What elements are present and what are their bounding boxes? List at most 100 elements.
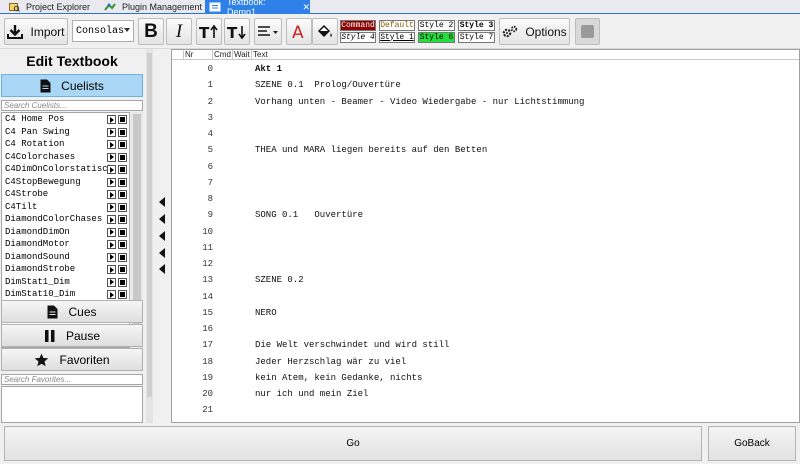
style-7-chip[interactable]: Style 7 <box>458 32 495 43</box>
table-row[interactable]: 14 <box>172 289 799 305</box>
header-cmd[interactable]: Cmd <box>213 50 233 60</box>
list-item[interactable]: C4 Home Pos <box>2 113 129 126</box>
list-item[interactable]: DiamondColorChases <box>2 213 129 226</box>
table-row[interactable]: 16 <box>172 321 799 337</box>
list-item[interactable]: DimStat10_Dim <box>2 288 129 301</box>
tab-plugin-management[interactable]: Plugin Management <box>100 0 205 14</box>
favoriten-button[interactable]: Favoriten <box>1 348 143 371</box>
cues-button[interactable]: Cues <box>1 300 143 323</box>
arrow-left-icon[interactable] <box>159 214 165 224</box>
stop-icon[interactable] <box>118 165 127 174</box>
cuelists-button[interactable]: Cuelists <box>1 74 143 97</box>
stop-icon[interactable] <box>118 190 127 199</box>
play-icon[interactable] <box>107 277 116 287</box>
style-6-chip[interactable]: Style 6 <box>418 32 455 43</box>
table-row[interactable]: 19 kein Atem, kein Gedanke, nichts <box>172 370 799 386</box>
play-icon[interactable] <box>107 227 116 237</box>
header-wait[interactable]: Wait <box>233 50 252 60</box>
table-row[interactable]: 4 <box>172 126 799 142</box>
list-item[interactable]: DiamondSound <box>2 251 129 264</box>
list-item[interactable]: DimStat1_Dim <box>2 276 129 289</box>
play-icon[interactable] <box>107 290 116 299</box>
list-item[interactable]: C4DimOnColorstatisch <box>2 163 129 176</box>
stop-icon[interactable] <box>118 177 127 187</box>
stop-icon[interactable] <box>118 115 127 124</box>
stop-icon[interactable] <box>118 227 127 237</box>
play-icon[interactable] <box>107 265 116 274</box>
list-item[interactable]: DiamondStrobe <box>2 263 129 276</box>
stop-icon[interactable] <box>118 265 127 274</box>
style-2-chip[interactable]: Style 2 <box>418 20 455 31</box>
table-row[interactable]: 7 <box>172 175 799 191</box>
italic-button[interactable]: I <box>166 18 192 45</box>
stop-icon[interactable] <box>118 252 127 262</box>
table-row[interactable]: 6 <box>172 159 799 175</box>
play-icon[interactable] <box>107 215 116 224</box>
play-icon[interactable] <box>107 177 116 187</box>
play-icon[interactable] <box>107 240 116 249</box>
table-row[interactable]: 20 nur ich und mein Ziel <box>172 386 799 402</box>
search-cuelists-input[interactable]: Search Cuelists... <box>1 100 143 111</box>
table-row[interactable]: 0 Akt 1 <box>172 61 799 77</box>
table-row[interactable]: 8 <box>172 191 799 207</box>
favorites-list[interactable] <box>1 386 143 423</box>
stop-button[interactable] <box>575 18 600 45</box>
style-4-chip[interactable]: Style 4 <box>340 32 376 43</box>
table-row[interactable]: 17 Die Welt verschwindet und wird still <box>172 337 799 353</box>
increase-font-size-button[interactable]: T <box>196 18 222 45</box>
align-dropdown-button[interactable] <box>254 18 282 45</box>
search-favorites-input[interactable]: Search Favorites... <box>1 374 143 385</box>
style-default-chip[interactable]: Default <box>379 20 415 31</box>
stop-icon[interactable] <box>118 140 127 149</box>
style-3-chip[interactable]: Style 3 <box>458 20 495 31</box>
table-row[interactable]: 15 NERO <box>172 305 799 321</box>
arrow-left-icon[interactable] <box>159 197 165 207</box>
list-item[interactable]: C4Tilt <box>2 201 129 214</box>
stop-icon[interactable] <box>118 152 127 162</box>
table-row[interactable]: 21 <box>172 402 799 418</box>
stop-icon[interactable] <box>118 215 127 224</box>
play-icon[interactable] <box>107 190 116 199</box>
fill-color-button[interactable] <box>312 18 338 45</box>
table-row[interactable]: 2 Vorhang unten - Beamer - Video Wiederga… <box>172 94 799 110</box>
pause-button[interactable]: Pause <box>1 324 143 347</box>
font-select[interactable]: Consolas <box>72 20 134 42</box>
panel-scrollbar[interactable] <box>146 49 153 423</box>
table-row[interactable]: 18 Jeder Herzschlag wär zu viel <box>172 354 799 370</box>
arrow-left-icon[interactable] <box>159 264 165 274</box>
stop-icon[interactable] <box>118 202 127 212</box>
play-icon[interactable] <box>107 165 116 174</box>
go-button[interactable]: Go <box>4 426 702 461</box>
play-icon[interactable] <box>107 115 116 124</box>
stop-icon[interactable] <box>118 240 127 249</box>
play-icon[interactable] <box>107 252 116 262</box>
list-item[interactable]: C4Strobe <box>2 188 129 201</box>
textbook-grid[interactable]: Nr Cmd Wait Text 0 Akt 1 1 SZENE 0.1 Prolog… <box>171 49 800 423</box>
table-row[interactable]: 1 SZENE 0.1 Prolog/Ouvertüre <box>172 77 799 93</box>
list-item[interactable]: C4Colorchases <box>2 151 129 164</box>
goback-button[interactable]: GoBack <box>708 426 796 461</box>
header-text[interactable]: Text <box>252 50 799 60</box>
options-button[interactable]: Options <box>499 18 570 45</box>
stop-icon[interactable] <box>118 290 127 299</box>
arrow-left-icon[interactable] <box>159 248 165 258</box>
play-icon[interactable] <box>107 152 116 162</box>
table-row[interactable]: 5 THEA und MARA liegen bereits auf den Be… <box>172 142 799 158</box>
table-row[interactable]: 11 <box>172 240 799 256</box>
play-icon[interactable] <box>107 140 116 149</box>
text-color-button[interactable]: A <box>286 18 312 45</box>
table-row[interactable]: 3 <box>172 110 799 126</box>
table-row[interactable]: 12 <box>172 256 799 272</box>
list-item[interactable]: C4 Pan Swing <box>2 126 129 139</box>
table-row[interactable]: 9 SONG 0.1 Ouvertüre <box>172 207 799 223</box>
stop-icon[interactable] <box>118 127 127 137</box>
tab-project-explorer[interactable]: Project Explorer <box>4 0 100 14</box>
decrease-font-size-button[interactable]: T <box>224 18 250 45</box>
scrollbar-thumb[interactable] <box>147 53 152 397</box>
bold-button[interactable]: B <box>138 18 164 45</box>
import-button[interactable]: Import <box>4 18 68 45</box>
list-item[interactable]: C4StopBewegung <box>2 176 129 189</box>
list-item[interactable]: DiamondDimOn <box>2 226 129 239</box>
arrow-left-icon[interactable] <box>159 231 165 241</box>
table-row[interactable]: 10 <box>172 224 799 240</box>
